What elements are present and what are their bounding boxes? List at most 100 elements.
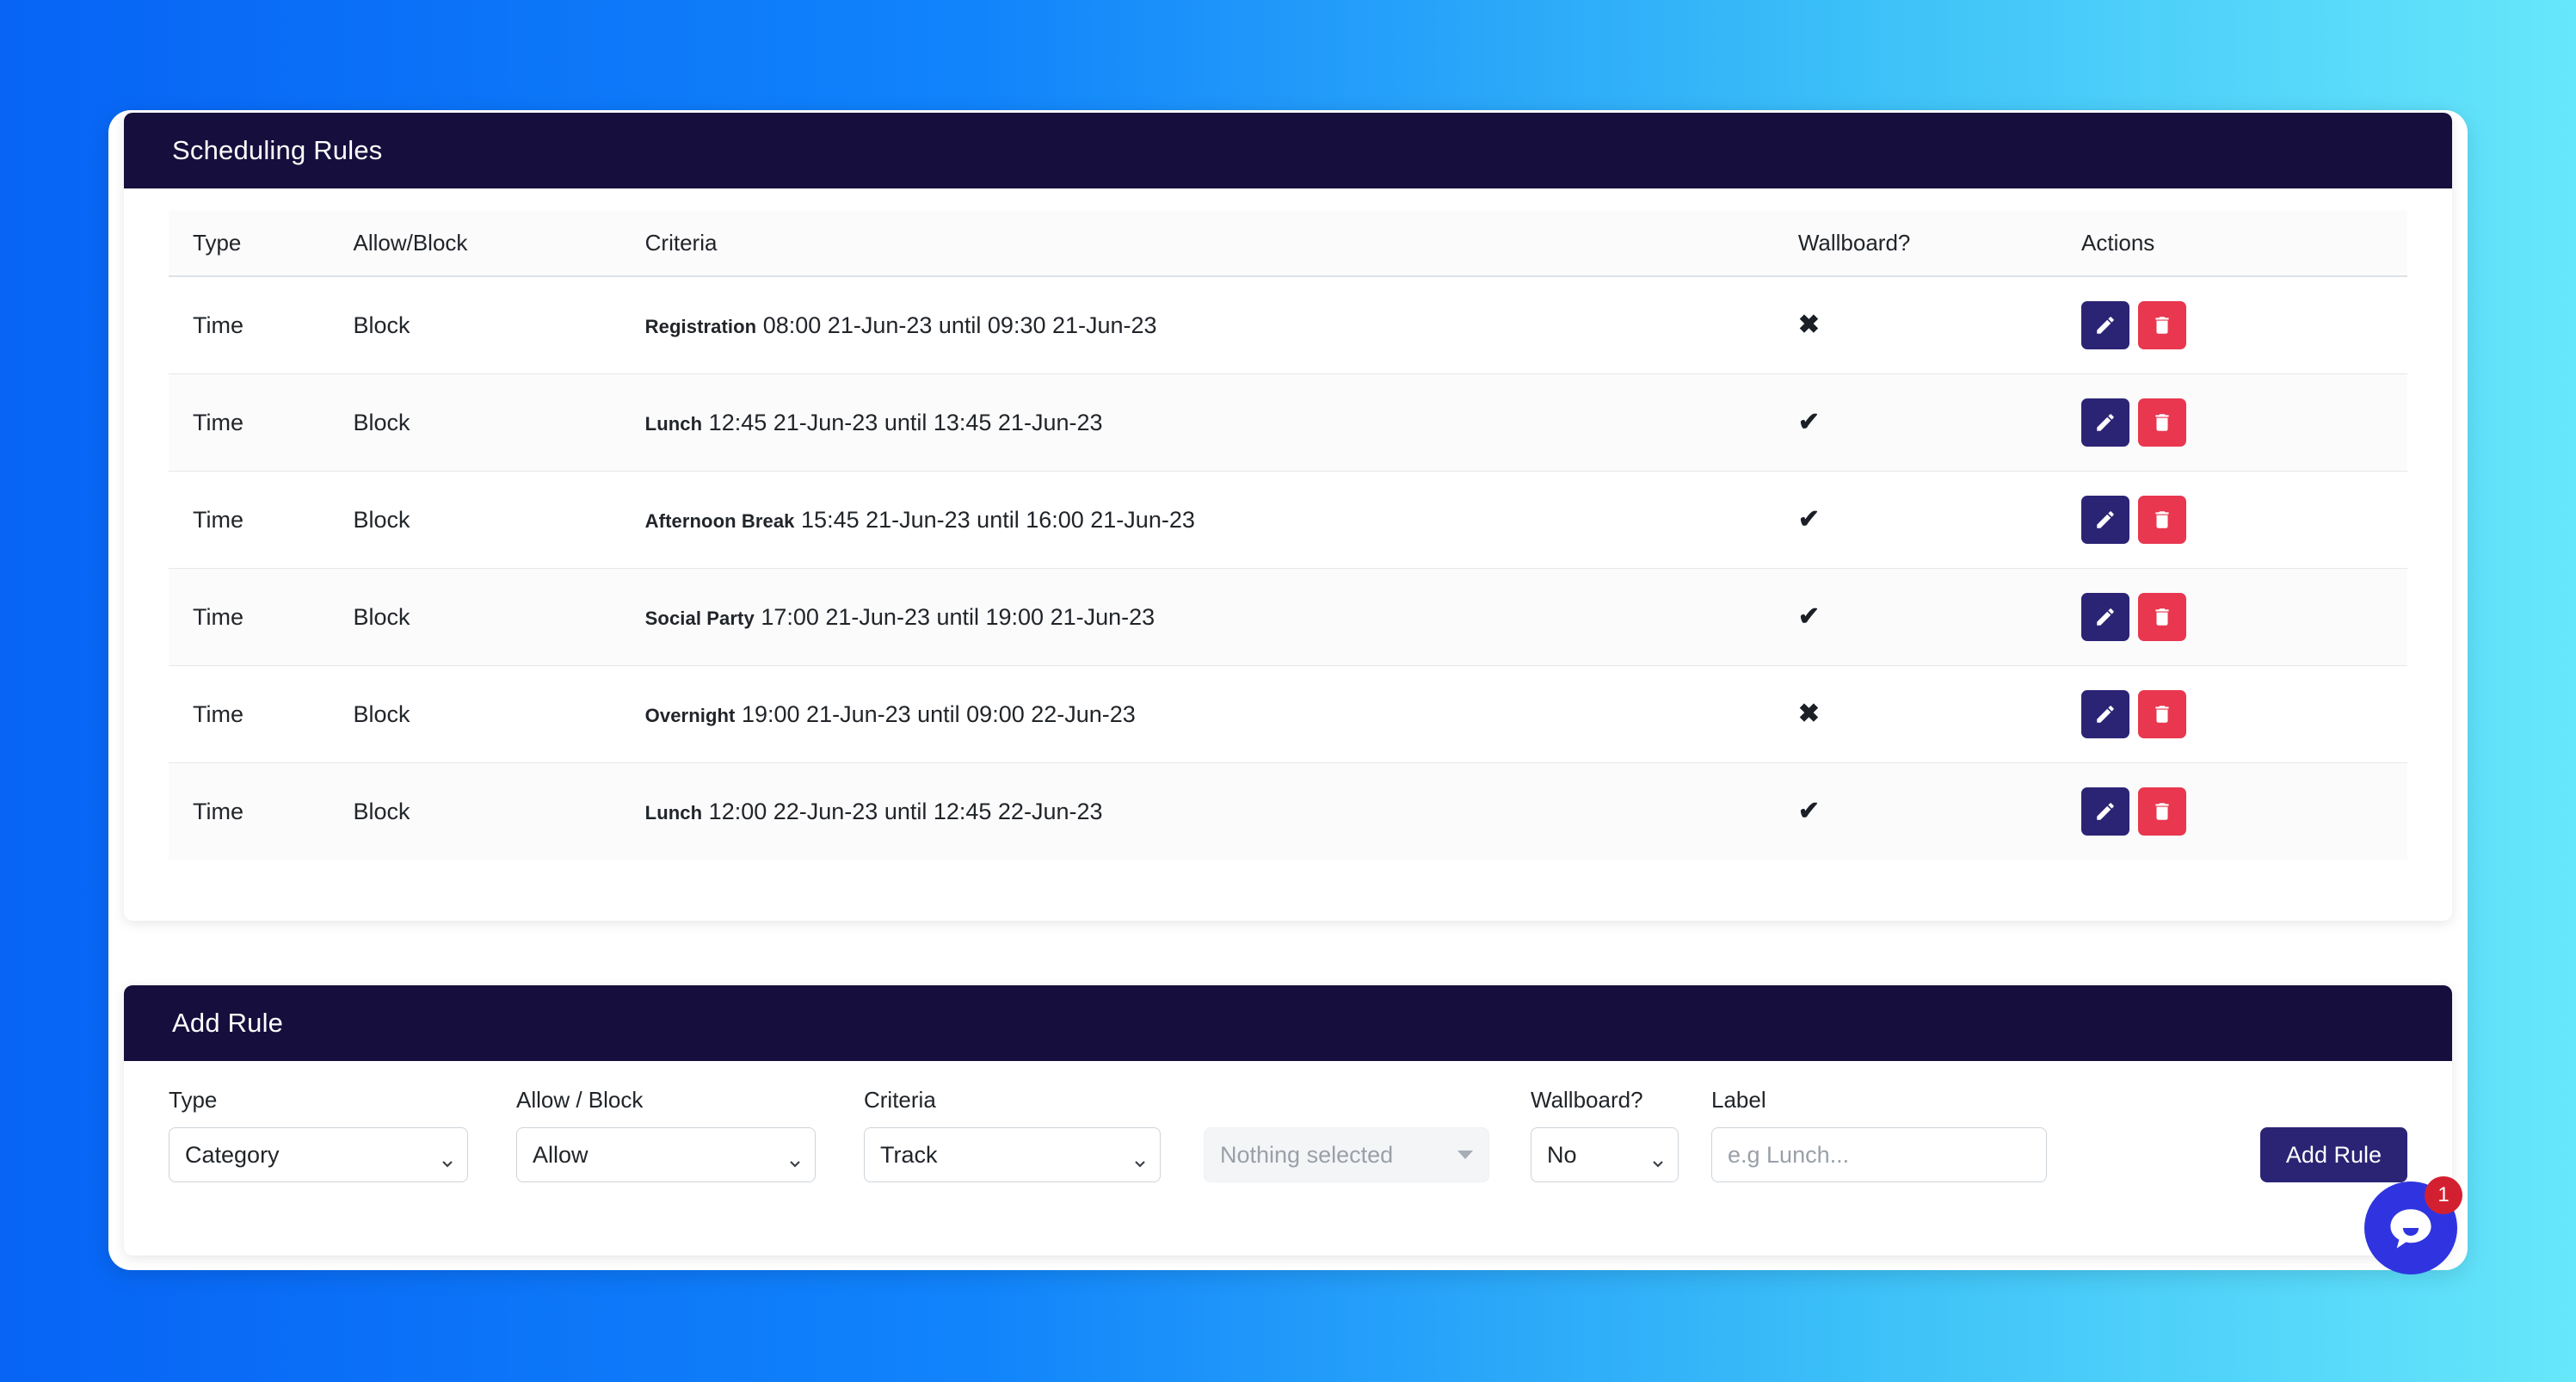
row-action-buttons bbox=[2081, 398, 2407, 447]
label-wallboard: Wallboard? bbox=[1531, 1087, 1643, 1113]
field-group-label: Label bbox=[1711, 1087, 2047, 1182]
cell-allow-block: Block bbox=[353, 471, 645, 569]
cell-actions bbox=[2081, 568, 2407, 666]
delete-rule-button[interactable] bbox=[2138, 398, 2187, 447]
check-icon: ✔ bbox=[1797, 407, 1820, 436]
cell-wallboard: ✖ bbox=[1797, 665, 2082, 763]
scheduling-rules-body: Type Allow/Block Criteria Wallboard? Act… bbox=[124, 188, 2452, 894]
trash-icon bbox=[2155, 317, 2169, 334]
cell-type: Time bbox=[169, 665, 354, 763]
pencil-icon bbox=[2097, 511, 2114, 528]
chevron-down-icon bbox=[1134, 1149, 1146, 1168]
cell-criteria: Afternoon Break 15:45 21-Jun-23 until 16… bbox=[644, 471, 1798, 569]
cell-wallboard: ✔ bbox=[1797, 762, 2082, 860]
delete-rule-button[interactable] bbox=[2138, 301, 2187, 349]
row-action-buttons bbox=[2081, 496, 2407, 544]
pencil-icon bbox=[2097, 706, 2114, 723]
add-rule-card: Add Rule Type Category Allow / Block All… bbox=[124, 985, 2452, 1256]
row-action-buttons bbox=[2081, 593, 2407, 641]
cell-allow-block: Block bbox=[353, 276, 645, 374]
cell-wallboard: ✔ bbox=[1797, 373, 2082, 472]
scheduling-rules-table: Type Allow/Block Criteria Wallboard? Act… bbox=[169, 211, 2407, 860]
cell-actions bbox=[2081, 471, 2407, 569]
table-row: Time Block Overnight 19:00 21-Jun-23 until… bbox=[169, 665, 2407, 763]
delete-rule-button[interactable] bbox=[2138, 496, 2187, 544]
pencil-icon bbox=[2097, 803, 2114, 820]
label-criteria: Criteria bbox=[864, 1087, 936, 1113]
label-type: Type bbox=[169, 1087, 218, 1113]
field-group-multiselect: Nothing selected bbox=[1204, 1087, 1489, 1182]
cell-allow-block: Block bbox=[353, 568, 645, 666]
row-action-buttons bbox=[2081, 690, 2407, 738]
allow-block-select[interactable]: Allow bbox=[516, 1127, 816, 1182]
criteria-label: Registration bbox=[644, 315, 757, 337]
cell-type: Time bbox=[169, 762, 354, 860]
criteria-select-value: Track bbox=[880, 1141, 938, 1168]
table-header-row: Type Allow/Block Criteria Wallboard? Act… bbox=[169, 211, 2407, 277]
edit-rule-button[interactable] bbox=[2081, 496, 2130, 544]
add-rule-form: Type Category Allow / Block Allow Criter… bbox=[169, 1087, 2407, 1182]
cell-allow-block: Block bbox=[353, 665, 645, 763]
label-allow-block: Allow / Block bbox=[516, 1087, 644, 1113]
trash-icon bbox=[2155, 414, 2169, 431]
trash-icon bbox=[2155, 608, 2169, 626]
cell-wallboard: ✔ bbox=[1797, 471, 2082, 569]
edit-rule-button[interactable] bbox=[2081, 398, 2130, 447]
cell-type: Time bbox=[169, 373, 354, 472]
wallboard-select-value: No bbox=[1547, 1141, 1577, 1168]
cross-icon: ✖ bbox=[1797, 310, 1820, 339]
trash-icon bbox=[2155, 706, 2169, 723]
cell-type: Time bbox=[169, 276, 354, 374]
field-group-allow-block: Allow / Block Allow bbox=[516, 1087, 816, 1182]
delete-rule-button[interactable] bbox=[2138, 787, 2187, 836]
criteria-select[interactable]: Track bbox=[864, 1127, 1161, 1182]
edit-rule-button[interactable] bbox=[2081, 301, 2130, 349]
cell-actions bbox=[2081, 762, 2407, 860]
cell-actions bbox=[2081, 373, 2407, 472]
page-container: Scheduling Rules Type Allow/Block Criter… bbox=[108, 110, 2468, 1270]
criteria-text: 12:45 21-Jun-23 until 13:45 21-Jun-23 bbox=[708, 409, 1103, 435]
scheduling-rules-card: Scheduling Rules Type Allow/Block Criter… bbox=[124, 113, 2452, 921]
type-select[interactable]: Category bbox=[169, 1127, 468, 1182]
cell-type: Time bbox=[169, 471, 354, 569]
add-rule-title: Add Rule bbox=[124, 985, 2452, 1061]
cell-wallboard: ✔ bbox=[1797, 568, 2082, 666]
trash-icon bbox=[2155, 511, 2169, 528]
cell-criteria: Lunch 12:45 21-Jun-23 until 13:45 21-Jun… bbox=[644, 373, 1798, 472]
column-header-type: Type bbox=[169, 211, 354, 277]
chat-bubble-icon bbox=[2390, 1209, 2431, 1249]
edit-rule-button[interactable] bbox=[2081, 593, 2130, 641]
table-body: Time Block Registration 08:00 21-Jun-23 un… bbox=[169, 276, 2407, 860]
table-row: Time Block Lunch 12:00 22-Jun-23 until 12:… bbox=[169, 762, 2407, 860]
table-row: Time Block Lunch 12:45 21-Jun-23 until 13:… bbox=[169, 373, 2407, 472]
table-row: Time Block Social Party 17:00 21-Jun-23 un… bbox=[169, 568, 2407, 666]
wallboard-select[interactable]: No bbox=[1531, 1127, 1679, 1182]
column-header-allow-block: Allow/Block bbox=[353, 211, 645, 277]
delete-rule-button[interactable] bbox=[2138, 690, 2187, 738]
rule-label-input[interactable] bbox=[1711, 1127, 2047, 1182]
criteria-text: 19:00 21-Jun-23 until 09:00 22-Jun-23 bbox=[741, 700, 1136, 727]
label-multiselect-spacer bbox=[1204, 1087, 1489, 1114]
check-icon: ✔ bbox=[1797, 602, 1820, 631]
cell-criteria: Lunch 12:00 22-Jun-23 until 12:45 22-Jun… bbox=[644, 762, 1798, 860]
chevron-down-icon bbox=[441, 1149, 453, 1168]
delete-rule-button[interactable] bbox=[2138, 593, 2187, 641]
field-group-wallboard: Wallboard? No bbox=[1531, 1087, 1679, 1182]
criteria-label: Afternoon Break bbox=[644, 509, 795, 532]
edit-rule-button[interactable] bbox=[2081, 690, 2130, 738]
trash-icon bbox=[2155, 803, 2169, 820]
cell-type: Time bbox=[169, 568, 354, 666]
criteria-multiselect[interactable]: Nothing selected bbox=[1204, 1127, 1489, 1182]
table-row: Time Block Afternoon Break 15:45 21-Jun-23… bbox=[169, 471, 2407, 569]
field-group-type: Type Category bbox=[169, 1087, 468, 1182]
table-head: Type Allow/Block Criteria Wallboard? Act… bbox=[169, 211, 2407, 277]
column-header-actions: Actions bbox=[2081, 211, 2407, 277]
add-rule-button[interactable]: Add Rule bbox=[2259, 1127, 2407, 1182]
check-icon: ✔ bbox=[1797, 796, 1820, 825]
edit-rule-button[interactable] bbox=[2081, 787, 2130, 836]
criteria-multiselect-value: Nothing selected bbox=[1220, 1141, 1394, 1168]
cross-icon: ✖ bbox=[1797, 699, 1820, 728]
scheduling-rules-title: Scheduling Rules bbox=[124, 113, 2452, 188]
chat-widget: 1 bbox=[2364, 1176, 2462, 1274]
criteria-text: 12:00 22-Jun-23 until 12:45 22-Jun-23 bbox=[708, 798, 1103, 824]
